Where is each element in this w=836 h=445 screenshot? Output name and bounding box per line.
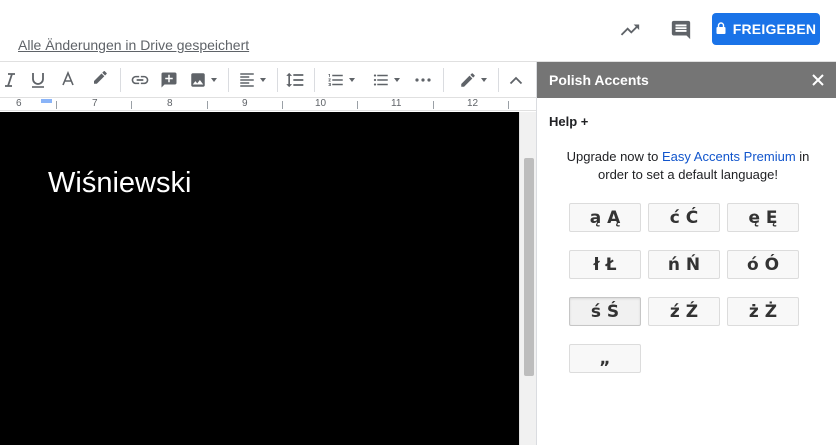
accent-key-s[interactable]: ś Ś [569, 297, 641, 326]
addon-sidebar: Polish Accents Help + Upgrade now to Eas… [536, 62, 836, 445]
ruler-tick [282, 101, 283, 109]
ruler-tick [207, 101, 208, 109]
accent-key-l[interactable]: ł Ł [569, 250, 641, 279]
chevron-down-icon [394, 78, 400, 82]
toolbar-divider [120, 68, 121, 92]
bulleted-list-icon[interactable] [368, 68, 404, 92]
underline-icon[interactable] [29, 68, 47, 92]
ruler-number: 10 [315, 98, 327, 109]
toolbar-divider [277, 68, 278, 92]
sidebar-title: Polish Accents [549, 72, 649, 88]
close-icon[interactable] [809, 71, 827, 89]
toolbar-divider [498, 68, 499, 92]
accent-key-o[interactable]: ó Ó [727, 250, 799, 279]
upgrade-message: Upgrade now to Easy Accents Premium in o… [553, 148, 823, 184]
ruler-number: 7 [92, 98, 98, 109]
ruler-tick [508, 101, 509, 109]
insert-comment-icon[interactable] [159, 68, 179, 92]
link-icon[interactable] [129, 68, 151, 92]
text-color-icon[interactable] [59, 68, 77, 92]
collapse-icon[interactable] [506, 68, 526, 92]
accent-key-c[interactable]: ć Ć [648, 203, 720, 232]
premium-link[interactable]: Easy Accents Premium [662, 149, 796, 164]
accent-key-e[interactable]: ę Ę [727, 203, 799, 232]
ruler-tick [433, 101, 434, 109]
accent-key-n[interactable]: ń Ń [648, 250, 720, 279]
align-icon[interactable] [236, 68, 268, 92]
app-root: Alle Änderungen in Drive gespeichert FRE… [0, 0, 836, 445]
scrollbar-thumb[interactable] [524, 158, 534, 376]
accent-key-a[interactable]: ą Ą [569, 203, 641, 232]
ruler-tick [357, 101, 358, 109]
ruler-tick [56, 101, 57, 109]
lock-icon [716, 21, 726, 37]
editing-mode-icon[interactable] [456, 68, 490, 92]
accent-key-z-acute[interactable]: ź Ź [648, 297, 720, 326]
ruler-tick [131, 101, 132, 109]
ruler-number: 12 [467, 98, 479, 109]
sidebar-header: Polish Accents [537, 62, 836, 98]
share-label: FREIGEBEN [732, 21, 817, 37]
chevron-down-icon [211, 78, 217, 82]
chevron-down-icon [260, 78, 266, 82]
toolbar-divider [228, 68, 229, 92]
help-toggle[interactable]: Help + [549, 114, 588, 129]
indent-marker[interactable] [41, 99, 52, 103]
ruler-number: 8 [167, 98, 173, 109]
document-canvas[interactable]: Wiśniewski [0, 112, 519, 445]
chevron-down-icon [349, 78, 355, 82]
ruler-number: 6 [16, 98, 22, 109]
ruler: 6 7 8 9 10 11 12 [0, 98, 536, 111]
chevron-down-icon [481, 78, 487, 82]
more-icon[interactable] [413, 68, 433, 92]
highlight-icon[interactable] [90, 68, 110, 92]
ruler-number: 9 [242, 98, 248, 109]
numbered-list-icon[interactable] [323, 68, 359, 92]
toolbar-divider [314, 68, 315, 92]
toolbar-divider [443, 68, 444, 92]
share-button[interactable]: FREIGEBEN [712, 13, 820, 45]
saved-status-link[interactable]: Alle Änderungen in Drive gespeichert [18, 37, 249, 53]
document-text[interactable]: Wiśniewski [48, 167, 191, 200]
accent-key-quote[interactable]: „ [569, 344, 641, 373]
line-spacing-icon[interactable] [284, 68, 306, 92]
activity-trend-icon[interactable] [616, 16, 644, 44]
format-toolbar [0, 62, 536, 98]
italic-icon[interactable] [2, 68, 18, 92]
upgrade-text: Upgrade now to [566, 149, 662, 164]
insert-image-icon[interactable] [187, 68, 219, 92]
accent-key-z-dot[interactable]: ż Ż [727, 297, 799, 326]
ruler-number: 11 [391, 98, 402, 109]
comments-icon[interactable] [667, 16, 695, 44]
top-bar: Alle Änderungen in Drive gespeichert FRE… [0, 0, 836, 62]
